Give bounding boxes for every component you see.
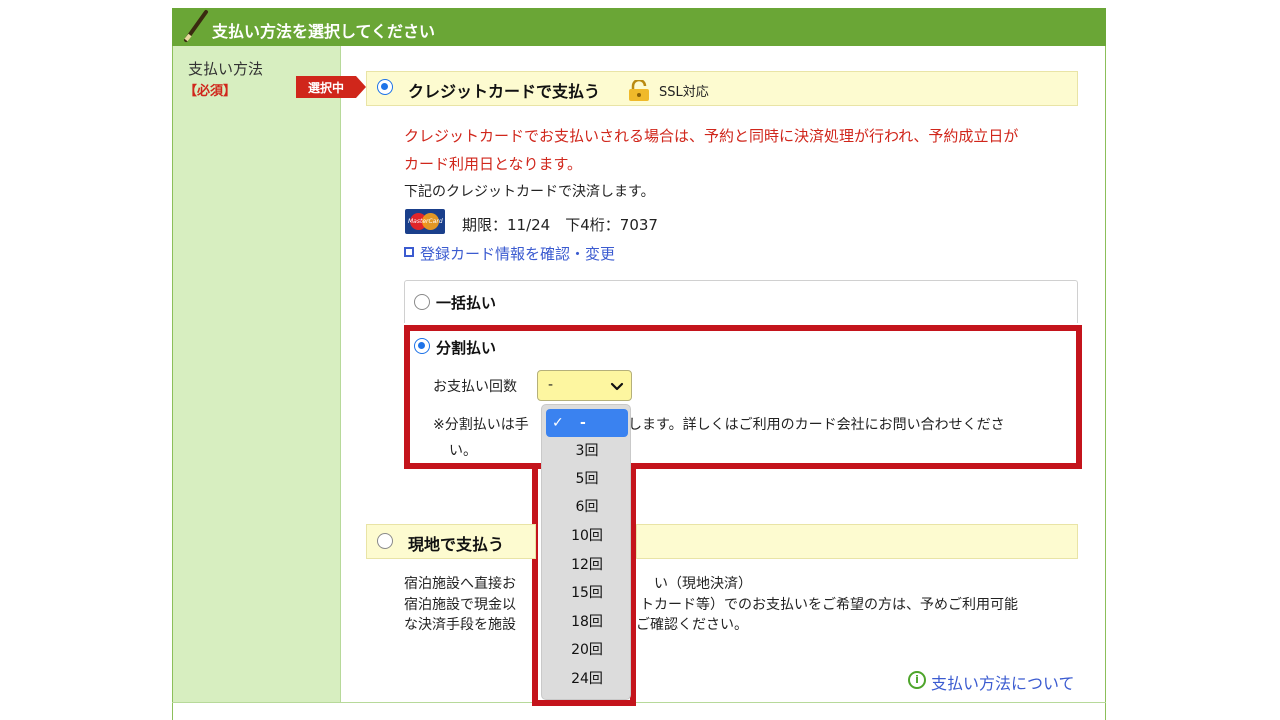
notice-line-2: カード利用日となります。 — [404, 155, 583, 173]
lock-icon — [629, 80, 649, 101]
label-column: 支払い方法 【必須】 — [173, 46, 341, 702]
dropdown-option[interactable]: 3回 — [542, 437, 632, 465]
change-card-link[interactable]: 登録カード情報を確認・変更 — [420, 243, 615, 264]
onsite-line-1b: い（現地決済） — [654, 576, 752, 592]
note-end: します。詳しくはご利用のカード会社にお問い合わせくださ — [628, 417, 1005, 433]
dropdown-option[interactable]: 18回 — [542, 608, 632, 636]
credit-notice: クレジットカードでお支払いされる場合は、予約と同時に決済処理が行われ、予約成立日… — [404, 122, 1084, 178]
required-badge: 【必須】 — [184, 84, 237, 99]
selected-tag: 選択中 — [296, 76, 366, 98]
square-icon — [404, 247, 414, 257]
settle-text: 下記のクレジットカードで決済します。 — [404, 184, 655, 200]
onsite-line-2b: トカード等）でのお支払いをご希望の方は、予めご利用可能 — [640, 597, 1018, 613]
note-start: ※分割払いは手 — [433, 417, 529, 433]
field-label: 支払い方法 — [188, 60, 264, 78]
onsite-line-3a: な決済手段を施設 — [404, 617, 516, 633]
count-label: お支払い回数 — [433, 379, 517, 395]
mastercard-logo: MasterCard — [405, 209, 445, 234]
info-icon: i — [908, 671, 926, 689]
credit-label[interactable]: クレジットカードで支払う — [408, 78, 600, 102]
lump-sum-label[interactable]: 一括払い — [436, 292, 496, 313]
highlight-box — [404, 325, 1082, 469]
dropdown-option[interactable]: 24回 — [542, 665, 632, 693]
onsite-radio[interactable] — [377, 533, 393, 549]
dropdown-option[interactable]: 5回 — [542, 465, 632, 493]
onsite-line-1a: 宿泊施設へ直接お — [404, 576, 516, 592]
installment-count-select[interactable]: - — [537, 370, 632, 401]
section-title: 支払い方法を選択してください — [212, 22, 436, 41]
dropdown-option[interactable]: 12回 — [542, 551, 632, 579]
dropdown-option[interactable]: 15回 — [542, 579, 632, 607]
installment-dropdown-list[interactable]: ✓ - 3回 5回 6回 10回 12回 15回 18回 20回 24回 — [541, 404, 631, 700]
lump-sum-radio[interactable] — [414, 294, 430, 310]
split-label[interactable]: 分割払い — [436, 337, 496, 358]
about-payment-link[interactable]: 支払い方法について — [931, 670, 1075, 694]
dropdown-option[interactable]: 6回 — [542, 493, 632, 521]
onsite-line-2a: 宿泊施設で現金以 — [404, 597, 516, 613]
dropdown-option-selected[interactable]: ✓ - — [546, 409, 628, 437]
dropdown-option[interactable]: 20回 — [542, 636, 632, 664]
ssl-label: SSL対応 — [659, 85, 709, 100]
chevron-down-icon — [610, 382, 624, 391]
split-radio[interactable] — [414, 338, 430, 354]
pen-icon — [184, 10, 208, 42]
onsite-label[interactable]: 現地で支払う — [408, 531, 504, 555]
checkmark-icon: ✓ — [552, 415, 564, 431]
onsite-method-box-right[interactable] — [636, 524, 1078, 559]
dropdown-option[interactable]: 10回 — [542, 522, 632, 550]
card-info: 期限：11/24 下4桁：7037 — [462, 216, 658, 234]
notice-line-1: クレジットカードでお支払いされる場合は、予約と同時に決済処理が行われ、予約成立日… — [404, 127, 1019, 145]
note-tail: い。 — [449, 443, 477, 459]
select-value: - — [548, 377, 554, 393]
section-header: 支払い方法を選択してください — [172, 8, 1106, 46]
lump-sum-option[interactable] — [404, 280, 1078, 323]
credit-radio[interactable] — [377, 79, 393, 95]
divider — [172, 702, 1106, 703]
onsite-line-3b: ご確認ください。 — [636, 617, 748, 633]
